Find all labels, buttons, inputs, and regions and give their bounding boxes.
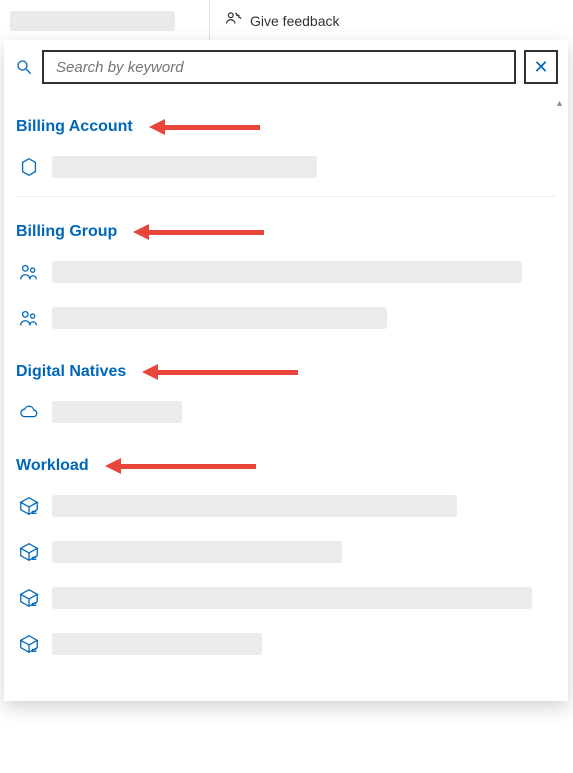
title-redacted xyxy=(10,11,175,31)
item-label-redacted xyxy=(52,587,532,609)
close-icon: ✕ xyxy=(533,57,548,78)
billing-group-icon xyxy=(18,307,40,329)
item-label-redacted xyxy=(52,401,182,423)
title-area xyxy=(0,0,210,41)
cloud-icon xyxy=(18,401,40,423)
workload-icon xyxy=(18,495,40,517)
feedback-icon xyxy=(224,10,242,31)
section-billing-account: Billing Account xyxy=(4,118,568,197)
workload-icon xyxy=(18,633,40,655)
list-item[interactable] xyxy=(16,533,556,571)
section-header: Digital Natives xyxy=(16,363,556,381)
feedback-label: Give feedback xyxy=(250,13,340,29)
billing-account-icon xyxy=(18,156,40,178)
workload-icon xyxy=(18,587,40,609)
section-billing-group: Billing Group xyxy=(4,223,568,337)
section-header: Workload xyxy=(16,457,556,475)
list-item[interactable] xyxy=(16,148,556,186)
list-item[interactable] xyxy=(16,299,556,337)
section-title: Billing Account xyxy=(16,118,133,136)
billing-group-icon xyxy=(18,261,40,283)
list-item[interactable] xyxy=(16,393,556,431)
section-digital-natives: Digital Natives xyxy=(4,363,568,431)
top-toolbar: Give feedback xyxy=(0,0,573,42)
clear-search-button[interactable]: ✕ xyxy=(524,50,558,84)
item-label-redacted xyxy=(52,307,387,329)
annotation-arrow xyxy=(149,119,260,135)
section-title: Billing Group xyxy=(16,223,117,241)
section-workload: Workload xyxy=(4,457,568,663)
search-results-panel: ✕ ▴ Billing Account Billing Group xyxy=(4,40,568,701)
search-row: ✕ xyxy=(4,40,568,92)
section-title: Digital Natives xyxy=(16,363,126,381)
list-item[interactable] xyxy=(16,487,556,525)
section-title: Workload xyxy=(16,457,89,475)
list-item[interactable] xyxy=(16,625,556,663)
scroll-up-indicator: ▴ xyxy=(557,98,562,109)
workload-icon xyxy=(18,541,40,563)
item-label-redacted xyxy=(52,156,317,178)
item-label-redacted xyxy=(52,633,262,655)
annotation-arrow xyxy=(133,224,264,240)
item-label-redacted xyxy=(52,495,457,517)
item-label-redacted xyxy=(52,541,342,563)
annotation-arrow xyxy=(105,458,256,474)
annotation-arrow xyxy=(142,364,298,380)
item-label-redacted xyxy=(52,261,522,283)
list-item[interactable] xyxy=(16,579,556,617)
section-header: Billing Account xyxy=(16,118,556,136)
divider xyxy=(16,196,556,197)
search-input[interactable] xyxy=(42,50,516,84)
list-item[interactable] xyxy=(16,253,556,291)
search-icon xyxy=(14,58,34,76)
section-header: Billing Group xyxy=(16,223,556,241)
give-feedback-button[interactable]: Give feedback xyxy=(210,0,354,41)
